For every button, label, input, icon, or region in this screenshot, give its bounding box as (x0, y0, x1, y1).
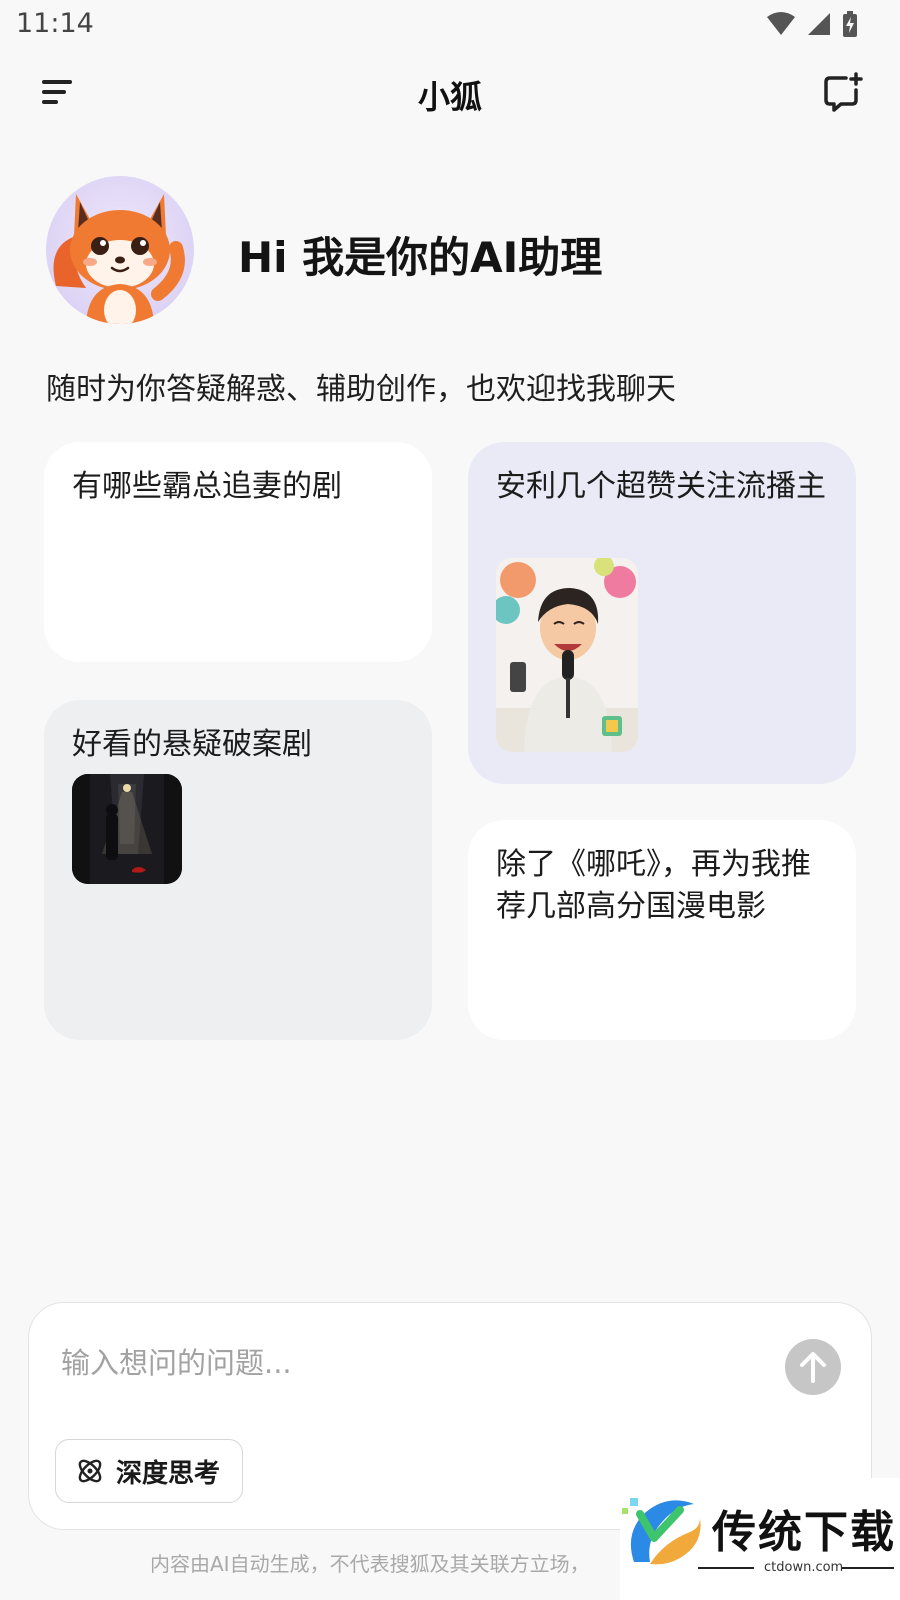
suggestion-card[interactable]: 有哪些霸总追妻的剧 (44, 442, 432, 662)
streamer-thumbnail (496, 558, 638, 752)
ctdown-logo-icon (622, 1498, 701, 1565)
suspense-thumbnail (72, 774, 182, 884)
suggestion-card[interactable]: 好看的悬疑破案剧 (44, 700, 432, 1040)
suggestion-text: 安利几个超赞关注流播主 (496, 469, 826, 504)
arrow-up-icon (800, 1352, 826, 1383)
suggestion-card[interactable]: 安利几个超赞关注流播主 (468, 442, 856, 784)
suggestion-text: 有哪些霸总追妻的剧 (72, 469, 342, 504)
status-time: 11:14 (16, 8, 94, 39)
deep-think-toggle[interactable]: 深度思考 (55, 1439, 244, 1503)
suggestion-text: 好看的悬疑破案剧 (72, 727, 312, 762)
site-watermark: 传统下载 ctdown.com (620, 1478, 900, 1600)
greeting-subtitle: 随时为你答疑解惑、辅助创作，也欢迎找我聊天 (46, 372, 676, 407)
status-bar: 11:14 (0, 0, 900, 48)
cellular-signal-icon (808, 13, 830, 35)
dark-corridor-image-icon (72, 774, 182, 884)
wifi-icon (767, 12, 795, 35)
page-title: 小狐 (417, 78, 482, 116)
watermark-subtext: ctdown.com (764, 1560, 844, 1575)
suggestion-card[interactable]: 除了《哪吒》，再为我推荐几部高分国漫电影 (468, 820, 856, 1040)
new-chat-icon (824, 72, 863, 112)
new-chat-button[interactable] (820, 70, 864, 114)
watermark-divider (698, 1567, 754, 1569)
send-button[interactable] (785, 1339, 841, 1395)
deep-think-label: 深度思考 (116, 1458, 221, 1489)
watermark-text: 传统下载 (712, 1507, 896, 1558)
fox-mascot-icon (53, 194, 185, 324)
fox-avatar (46, 176, 194, 324)
atom-icon (78, 1459, 102, 1483)
suggestion-text: 除了《哪吒》，再为我推荐几部高分国漫电影 (496, 847, 811, 924)
status-icons (766, 10, 858, 38)
streamer-illustration-icon (496, 558, 638, 752)
greeting-heading: Hi 我是你的AI助理 (238, 233, 603, 282)
app-bar: 小狐 (0, 60, 900, 124)
battery-charging-icon (843, 11, 857, 37)
watermark-divider (842, 1567, 894, 1569)
ai-disclaimer: 内容由AI自动生成，不代表搜狐及其关联方立场， (150, 1552, 590, 1576)
question-input[interactable] (61, 1339, 721, 1387)
